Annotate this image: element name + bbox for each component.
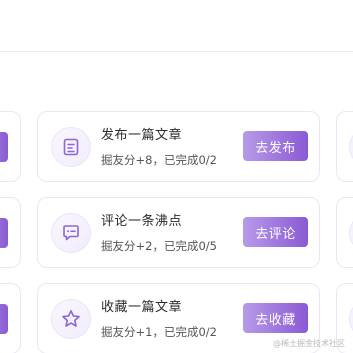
partial-task-card-left xyxy=(0,197,21,268)
header-divider xyxy=(0,51,353,52)
partial-action-button[interactable] xyxy=(0,304,8,334)
partial-action-button[interactable] xyxy=(0,132,8,162)
task-title: 发布一篇文章 xyxy=(101,128,183,143)
task-reward: 掘友分+2，已完成0/5 xyxy=(101,239,217,253)
task-list-page: 发布一篇文章 掘友分+8，已完成0/2 去发布 评论一条沸点 掘友分+2，已完成… xyxy=(0,0,353,353)
task-title: 评论一条沸点 xyxy=(101,214,183,229)
watermark: @稀土掘金技术社区 xyxy=(273,339,345,348)
task-reward: 掘友分+1，已完成0/2 xyxy=(101,325,217,339)
publish-button[interactable]: 去发布 xyxy=(243,131,308,161)
collect-button[interactable]: 去收藏 xyxy=(243,303,308,333)
task-card-comment-pin: 评论一条沸点 掘友分+2，已完成0/5 去评论 xyxy=(37,197,320,268)
partial-action-button[interactable] xyxy=(0,218,8,248)
article-icon xyxy=(51,127,91,167)
partial-task-card-right xyxy=(336,111,353,182)
partial-task-card-right xyxy=(336,197,353,268)
task-title: 收藏一篇文章 xyxy=(101,300,183,315)
partial-task-icon xyxy=(349,213,353,253)
comment-button[interactable]: 去评论 xyxy=(243,217,308,247)
partial-task-icon xyxy=(349,299,353,339)
task-reward: 掘友分+8，已完成0/2 xyxy=(101,153,217,167)
task-card-publish-article: 发布一篇文章 掘友分+8，已完成0/2 去发布 xyxy=(37,111,320,182)
partial-task-card-left xyxy=(0,283,21,353)
star-icon xyxy=(51,299,91,339)
partial-task-icon xyxy=(349,127,353,167)
partial-task-card-left xyxy=(0,111,21,182)
comment-icon xyxy=(51,213,91,253)
